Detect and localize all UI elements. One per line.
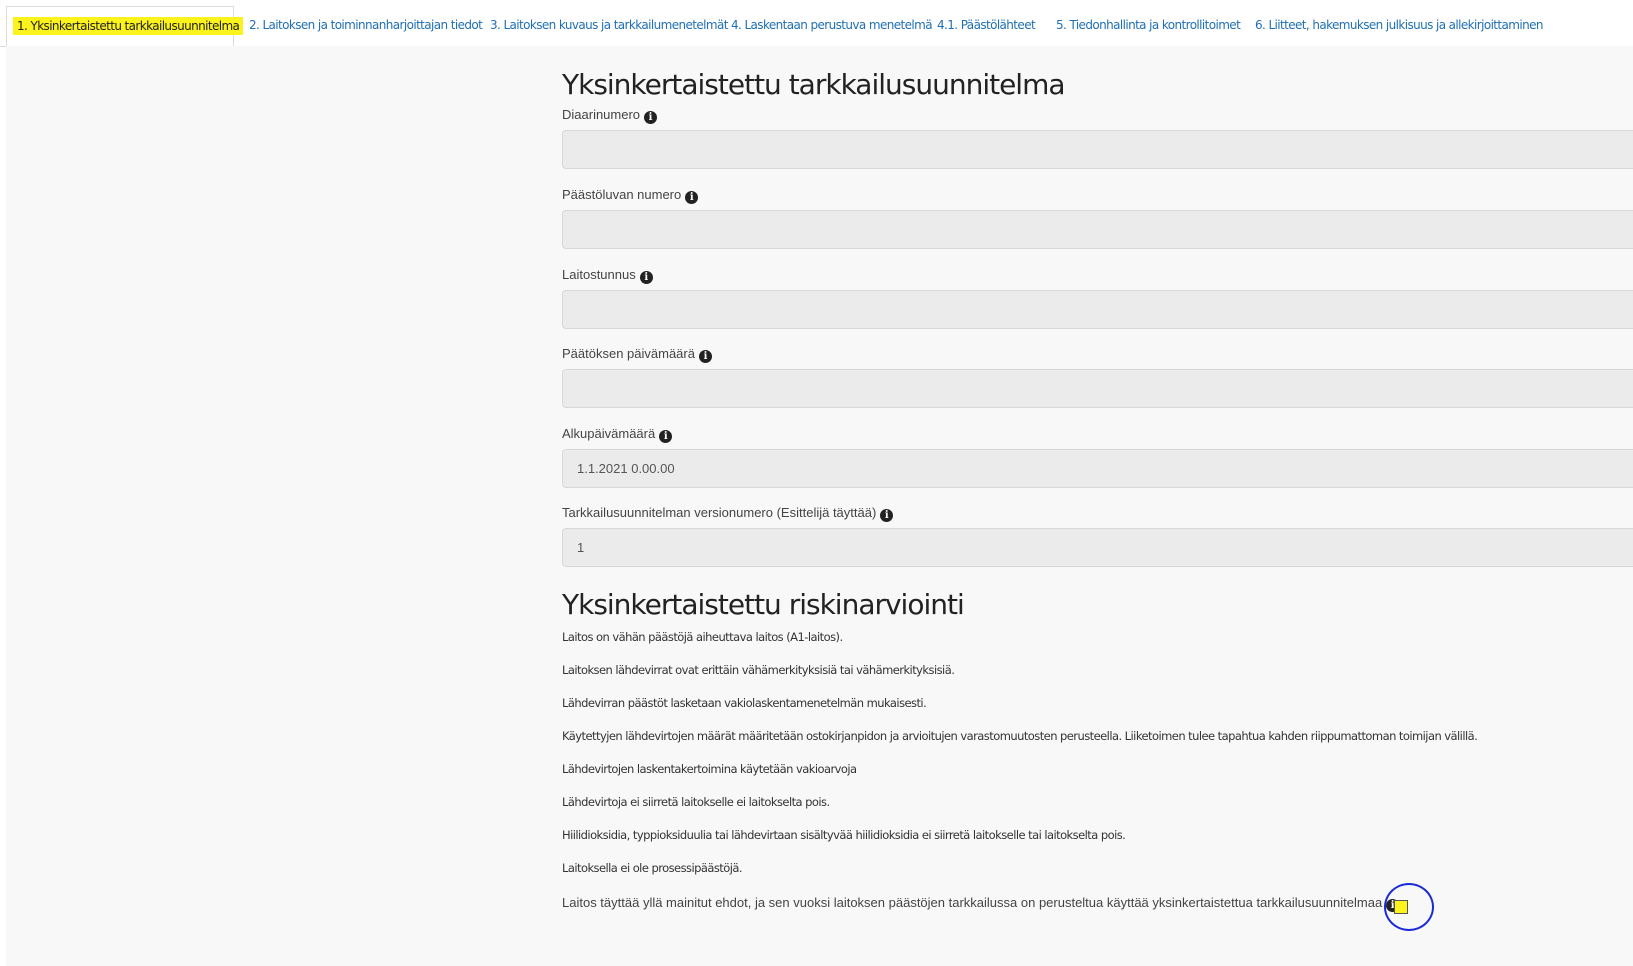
risk-line: Laitoksen lähdevirrat ovat erittäin vähä…	[562, 663, 955, 677]
facility-id-input[interactable]	[562, 290, 1633, 329]
diary-number-input[interactable]	[562, 130, 1633, 169]
tab-attachments[interactable]: 6. Liitteet, hakemuksen julkisuus ja all…	[1255, 6, 1543, 45]
info-icon[interactable]: i	[659, 430, 673, 443]
field-label-version-number: Tarkkailusuunnitelman versionumero (Esit…	[562, 505, 894, 522]
version-number-input[interactable]: 1	[562, 528, 1633, 567]
risk-line: Lähdevirran päästöt lasketaan vakiolaske…	[562, 696, 927, 710]
risk-line: Hiilidioksidia, typpioksiduulia tai lähd…	[562, 828, 1126, 842]
info-icon[interactable]: i	[644, 111, 658, 124]
tab-label: 1. Yksinkertaistettu tarkkailusuunnitelm…	[13, 17, 244, 35]
risk-line: Laitos on vähän päästöjä aiheuttava lait…	[562, 630, 843, 644]
risk-line: Käytettyjen lähdevirtojen määrät määrite…	[562, 729, 1478, 743]
field-label-facility-id: Laitostunnus i	[562, 267, 653, 284]
tab-emission-sources[interactable]: 4.1. Päästölähteet	[937, 6, 1036, 45]
field-label-permit-number: Päästöluvan numero i	[562, 187, 699, 204]
tab-data-management[interactable]: 5. Tiedonhallinta ja kontrollitoimet	[1056, 6, 1241, 45]
tab-operator-details[interactable]: 2. Laitoksen ja toiminnanharjoittajan ti…	[249, 6, 483, 45]
main-content: Yksinkertaistettu tarkkailusuunnitelma D…	[6, 46, 1633, 966]
tab-bar: 1. Yksinkertaistettu tarkkailusuunnitelm…	[0, 0, 1633, 48]
info-icon[interactable]: i	[685, 191, 699, 204]
tab-facility-description[interactable]: 3. Laitoksen kuvaus ja tarkkailumenetelm…	[490, 6, 728, 45]
field-label-diary-number: Diaarinumero i	[562, 107, 658, 124]
risk-line: Laitoksella ei ole prosessipäästöjä.	[562, 861, 743, 875]
tab-calculation-method[interactable]: 4. Laskentaan perustuva menetelmä	[731, 6, 933, 45]
risk-line: Lähdevirtojen laskentakertoimina käytetä…	[562, 762, 857, 776]
confirm-statement: Laitos täyttää yllä mainitut ehdot, ja s…	[562, 895, 1400, 912]
field-label-decision-date: Päätöksen päivämäärä i	[562, 346, 712, 363]
risk-line: Lähdevirtoja ei siirretä laitokselle ei …	[562, 795, 830, 809]
start-date-input[interactable]: 1.1.2021 0.00.00	[562, 449, 1633, 488]
page-title: Yksinkertaistettu tarkkailusuunnitelma	[562, 68, 1066, 101]
risk-section-title: Yksinkertaistettu riskinarviointi	[562, 588, 965, 621]
decision-date-input[interactable]	[562, 369, 1633, 408]
info-icon[interactable]: i	[880, 509, 894, 522]
field-label-start-date: Alkupäivämäärä i	[562, 426, 673, 443]
tab-simplified-plan[interactable]: 1. Yksinkertaistettu tarkkailusuunnitelm…	[6, 6, 244, 48]
info-icon[interactable]: i	[698, 350, 712, 363]
checkbox-box[interactable]	[1394, 900, 1408, 914]
permit-number-input[interactable]	[562, 210, 1633, 249]
confirm-checkbox[interactable]	[1392, 898, 1408, 914]
info-icon[interactable]: i	[639, 271, 653, 284]
